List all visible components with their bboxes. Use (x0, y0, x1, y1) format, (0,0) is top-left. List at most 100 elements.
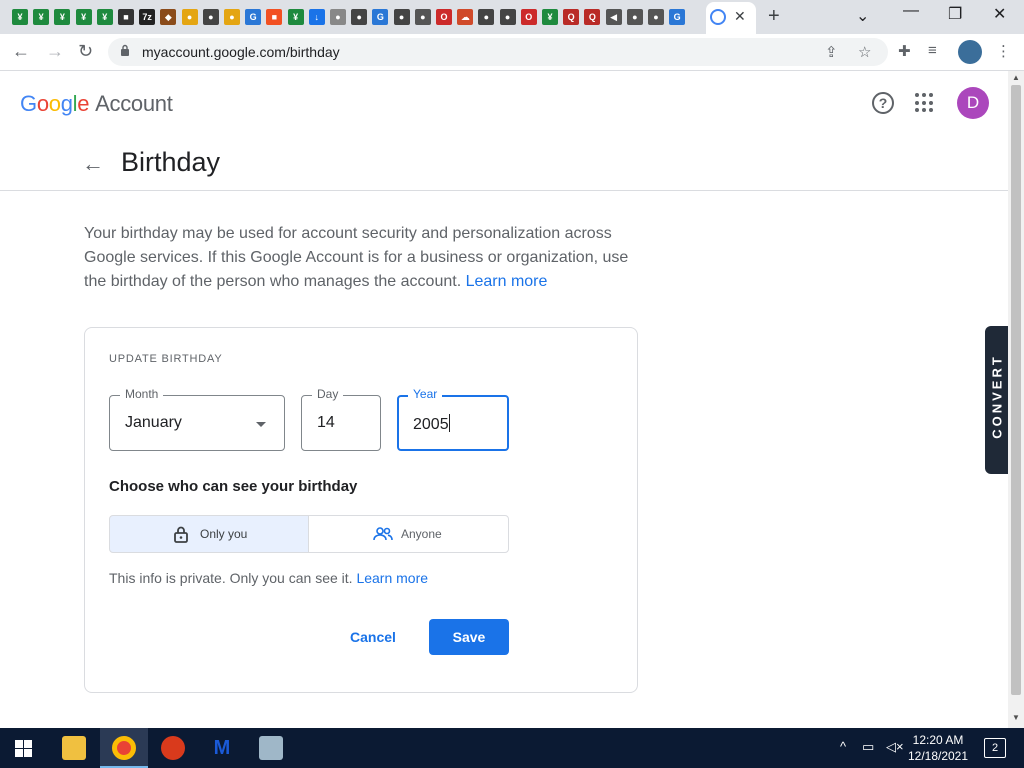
scroll-thumb[interactable] (1011, 85, 1021, 695)
account-avatar[interactable]: D (957, 87, 989, 119)
show-hidden-icons-icon[interactable]: ^ (840, 739, 846, 754)
maximize-icon[interactable]: ❐ (948, 4, 962, 24)
minimize-icon[interactable]: — (903, 2, 919, 20)
grammarly-icon[interactable]: ¥ (12, 9, 28, 25)
active-tab[interactable] (706, 2, 756, 34)
chrome-icon[interactable]: ● (224, 9, 240, 25)
window-close-icon[interactable]: ✕ (993, 4, 1006, 24)
cloud-icon[interactable]: ☁ (457, 9, 474, 25)
github-icon[interactable]: ● (202, 9, 219, 25)
github-icon[interactable]: ● (499, 9, 516, 25)
save-button[interactable]: Save (429, 619, 509, 655)
scroll-down-arrow-icon[interactable]: ▼ (1012, 713, 1020, 722)
only-you-label: Only you (200, 527, 248, 541)
github-icon[interactable]: ● (351, 9, 368, 25)
globe-icon[interactable]: ● (414, 9, 431, 25)
tab-search-icon[interactable]: ⌄ (856, 6, 869, 26)
learn-more-link[interactable]: Learn more (466, 273, 548, 290)
reload-icon[interactable]: ↻ (78, 41, 93, 62)
github-icon[interactable]: ● (478, 9, 495, 25)
year-field[interactable]: Year 2005 (397, 387, 509, 451)
grammarly-icon[interactable]: ¥ (542, 9, 558, 25)
globe-icon[interactable]: ● (626, 9, 643, 25)
profile-avatar[interactable] (958, 40, 982, 64)
text-cursor (448, 414, 450, 432)
grammarly-icon[interactable]: ¥ (33, 9, 50, 25)
lock-icon (121, 44, 129, 56)
address-bar[interactable]: myaccount.google.com/birthday ⇪ ☆ (108, 38, 888, 66)
only-you-option[interactable]: Only you (109, 515, 309, 553)
ccleaner-icon[interactable] (161, 736, 185, 760)
dropdown-arrow-icon (256, 422, 266, 427)
convert-extension-tab[interactable]: CONVERT (985, 326, 1008, 474)
google-icon[interactable]: G (669, 9, 686, 25)
new-tab-button[interactable]: + (768, 5, 780, 28)
url-text: myaccount.google.com/birthday (142, 44, 340, 60)
tab-close-icon[interactable]: ✕ (734, 8, 746, 25)
quora-icon[interactable]: Q (584, 9, 601, 25)
chrome-icon[interactable] (112, 736, 136, 760)
menu-icon[interactable]: ⋮ (996, 42, 1011, 60)
month-select[interactable]: Month January (109, 387, 285, 451)
section-label: UPDATE BIRTHDAY (109, 353, 223, 365)
cancel-button[interactable]: Cancel (340, 619, 406, 655)
back-icon[interactable]: ← (12, 41, 30, 62)
file-explorer-icon[interactable] (62, 736, 86, 760)
birthday-description: Your birthday may be used for account se… (84, 225, 629, 290)
extensions-icon[interactable]: ✚ (898, 42, 911, 60)
chrome-icon[interactable]: ● (181, 9, 198, 25)
square-app-icon[interactable]: ■ (118, 9, 134, 25)
month-value: January (125, 414, 182, 431)
people-icon (373, 527, 393, 541)
browser-toolbar: ← → ↻ myaccount.google.com/birthday ⇪ ☆ … (0, 34, 1024, 71)
private-learn-more-link[interactable]: Learn more (356, 570, 428, 586)
year-label: Year (408, 387, 443, 401)
system-clock[interactable]: 12:20 AM 12/18/2021 (898, 732, 978, 764)
year-value: 2005 (413, 416, 449, 433)
scroll-up-arrow-icon[interactable]: ▲ (1012, 73, 1020, 82)
image-viewer-icon[interactable] (259, 736, 283, 760)
malwarebytes-icon[interactable]: M (210, 736, 234, 760)
google-icon (710, 9, 726, 25)
microsoft-icon[interactable]: ■ (266, 9, 283, 25)
opera-icon[interactable]: O (520, 9, 537, 25)
day-label: Day (312, 387, 344, 401)
media-control-icon[interactable]: ≡ (928, 42, 937, 59)
private-note: This info is private. Only you can see i… (109, 570, 429, 586)
header-divider (0, 190, 1008, 191)
apple-icon[interactable]: ● (330, 9, 346, 25)
google-account-header: Google Account ? D (0, 71, 1008, 137)
google-account-logo[interactable]: Google Account (20, 91, 173, 117)
google-icon[interactable]: G (372, 9, 389, 25)
network-icon[interactable]: ▭ (862, 739, 874, 755)
notifications-icon[interactable]: 2 (984, 738, 1006, 758)
grammarly-icon[interactable]: ¥ (75, 9, 92, 25)
page-scrollbar[interactable]: ▲ ▼ (1008, 71, 1024, 728)
speaker-icon[interactable]: ◀ (605, 9, 622, 25)
grammarly-icon[interactable]: ¥ (54, 9, 71, 25)
month-label: Month (120, 387, 164, 401)
visibility-title: Choose who can see your birthday (109, 478, 358, 495)
github-icon[interactable]: ● (393, 9, 410, 25)
google-icon[interactable]: G (245, 9, 262, 25)
forward-icon[interactable]: → (46, 41, 64, 62)
day-field[interactable]: Day 14 (301, 387, 381, 451)
opera-icon[interactable]: O (436, 9, 452, 25)
creature-icon[interactable]: ◆ (160, 9, 177, 25)
grammarly-icon[interactable]: ¥ (96, 9, 113, 25)
globe-icon[interactable]: ● (648, 9, 664, 25)
bookmark-star-icon[interactable]: ☆ (858, 43, 871, 61)
help-icon[interactable]: ? (872, 92, 894, 114)
anyone-option[interactable]: Anyone (308, 515, 509, 553)
page-title: Birthday (121, 147, 221, 177)
windows-start-icon[interactable] (15, 740, 32, 757)
lock-icon (174, 526, 188, 543)
download-icon[interactable]: ↓ (308, 9, 325, 25)
quora-icon[interactable]: Q (563, 9, 580, 25)
share-icon[interactable]: ⇪ (825, 43, 838, 61)
grammarly-icon[interactable]: ¥ (287, 9, 304, 25)
back-arrow-icon[interactable]: ← (82, 151, 104, 177)
windows-taskbar: M ^ ▭ ◁× 12:20 AM 12/18/2021 2 (0, 728, 1024, 768)
google-apps-icon[interactable] (915, 93, 935, 113)
7zip-icon[interactable]: 7z (139, 9, 156, 25)
